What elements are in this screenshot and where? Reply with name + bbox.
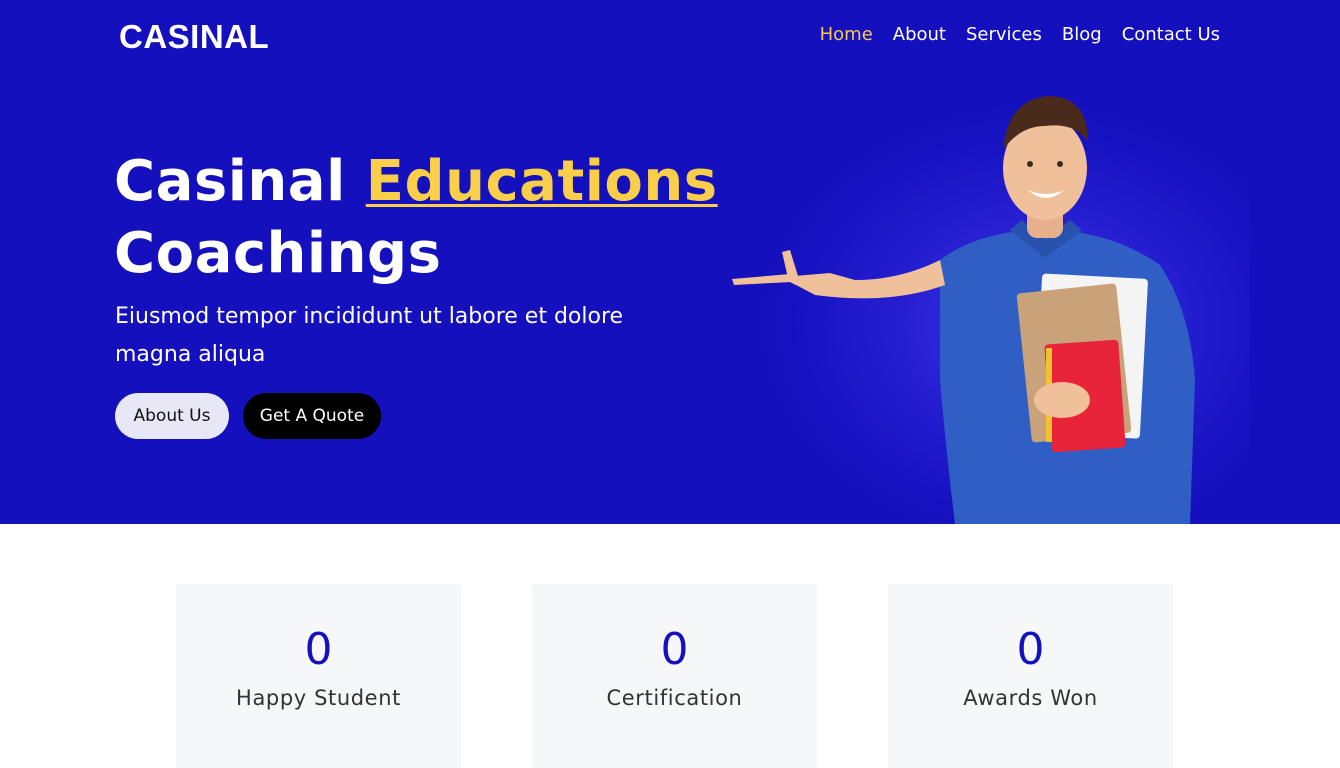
nav-item-blog[interactable]: Blog bbox=[1062, 22, 1102, 48]
about-us-button[interactable]: About Us bbox=[115, 393, 229, 439]
stat-label: Happy Student bbox=[236, 686, 401, 710]
nav-item-about[interactable]: About bbox=[893, 22, 946, 48]
student-photo bbox=[690, 80, 1250, 524]
stat-card-awards: 0 Awards Won bbox=[888, 584, 1173, 768]
stat-label: Certification bbox=[606, 686, 743, 710]
stat-card-certification: 0 Certification bbox=[532, 584, 817, 768]
stat-value: 0 bbox=[304, 624, 333, 675]
stat-card-students: 0 Happy Student bbox=[176, 584, 461, 768]
nav-item-home[interactable]: Home bbox=[820, 22, 873, 48]
stat-value: 0 bbox=[1016, 624, 1045, 675]
main-nav: Home About Services Blog Contact Us bbox=[820, 22, 1220, 48]
site-logo[interactable]: CASINAL bbox=[119, 16, 269, 58]
hero-section: CASINAL Home About Services Blog Contact… bbox=[0, 0, 1340, 524]
hero-title-part1: Casinal bbox=[114, 149, 366, 214]
hero-title-accent: Educations bbox=[365, 149, 718, 214]
stat-value: 0 bbox=[660, 624, 689, 675]
get-quote-button[interactable]: Get A Quote bbox=[243, 393, 381, 439]
hero-subtitle: Eiusmod tempor incididunt ut labore et d… bbox=[115, 304, 624, 367]
hero-title: Casinal Educations Coachings bbox=[114, 146, 718, 290]
stat-label: Awards Won bbox=[963, 686, 1098, 710]
nav-item-services[interactable]: Services bbox=[966, 22, 1042, 48]
stats-section: 0 Happy Student 0 Certification 0 Awards… bbox=[0, 584, 1340, 768]
nav-item-contact[interactable]: Contact Us bbox=[1122, 22, 1220, 48]
hero-title-part2: Coachings bbox=[114, 221, 442, 286]
